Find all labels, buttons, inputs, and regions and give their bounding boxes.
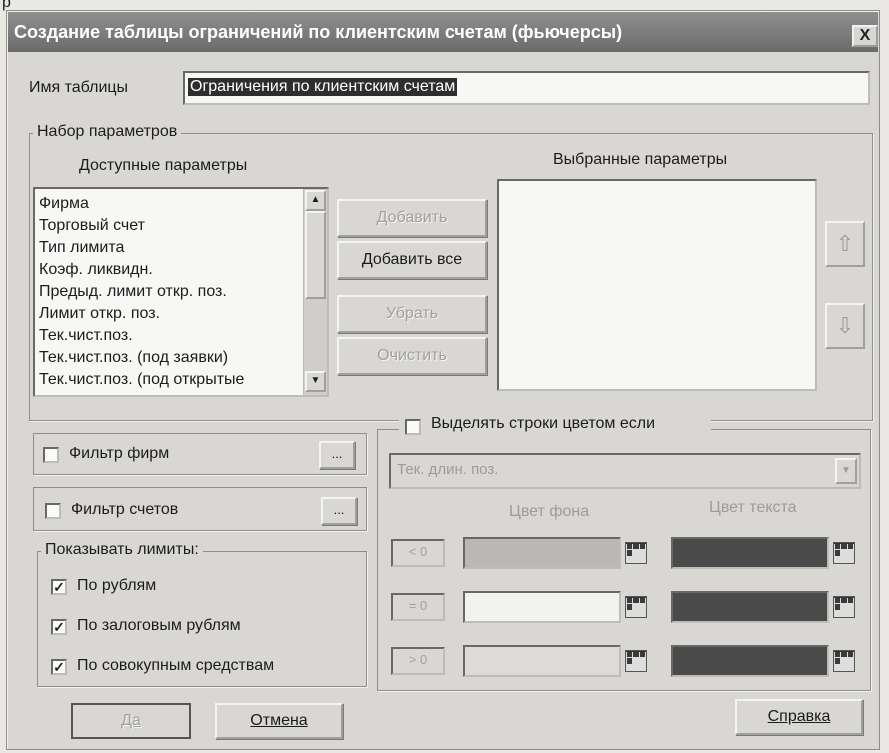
table-name-value: Ограничения по клиентским счетам bbox=[188, 78, 458, 96]
bg-color-picker-icon[interactable] bbox=[625, 650, 647, 672]
text-color-swatch bbox=[671, 591, 829, 623]
available-param-item[interactable]: Лимит откр. поз. bbox=[35, 303, 303, 325]
add-all-button[interactable]: Добавить все bbox=[337, 241, 487, 279]
show-limits-title: Показывать лимиты: bbox=[41, 541, 203, 559]
account-filter-ellipsis-button[interactable]: ... bbox=[321, 497, 357, 525]
available-param-item[interactable]: Тек.чист.поз. bbox=[35, 325, 303, 347]
bg-color-picker-icon[interactable] bbox=[625, 596, 647, 618]
condition-operator: < 0 bbox=[391, 539, 445, 567]
table-name-label: Имя таблицы bbox=[29, 79, 129, 96]
selected-params-title: Выбранные параметры bbox=[553, 151, 728, 168]
firm-filter-checkbox[interactable] bbox=[43, 447, 59, 463]
available-param-item[interactable]: Торговый счет bbox=[35, 215, 303, 237]
remove-button[interactable]: Убрать bbox=[337, 295, 487, 333]
available-params-list[interactable]: Фирма Торговый счет Тип лимита Коэф. ликвид… bbox=[33, 187, 329, 397]
combo-value: Тек. длин. поз. bbox=[397, 461, 499, 478]
help-button-label: Справка bbox=[767, 708, 831, 725]
close-button[interactable]: X bbox=[852, 25, 878, 47]
highlight-param-combo[interactable]: Тек. длин. поз. ▼ bbox=[389, 453, 861, 489]
params-group-title: Набор параметров bbox=[33, 123, 182, 141]
text-color-picker-icon[interactable] bbox=[833, 596, 855, 618]
ok-button-label: Да bbox=[121, 712, 141, 729]
scroll-thumb[interactable] bbox=[305, 211, 326, 299]
help-button[interactable]: Справка bbox=[735, 699, 863, 735]
dialog-title: Создание таблицы ограничений по клиентск… bbox=[8, 12, 878, 52]
available-params-title: Доступные параметры bbox=[79, 157, 248, 174]
account-filter-label: Фильтр счетов bbox=[71, 501, 179, 518]
selected-params-list[interactable] bbox=[497, 179, 817, 391]
highlight-checkbox[interactable] bbox=[405, 419, 421, 435]
text-color-picker-icon[interactable] bbox=[833, 650, 855, 672]
show-limits-checkbox[interactable]: ✓ bbox=[51, 659, 67, 675]
clear-button[interactable]: Очистить bbox=[337, 337, 487, 375]
show-limits-label: По совокупным средствам bbox=[77, 657, 275, 674]
bg-color-header: Цвет фона bbox=[509, 503, 590, 520]
available-param-item[interactable]: Коэф. ликвидн. bbox=[35, 259, 303, 281]
show-limits-label: По залоговым рублям bbox=[77, 617, 241, 634]
available-param-item[interactable]: Предыд. лимит откр. поз. bbox=[35, 281, 303, 303]
text-color-swatch bbox=[671, 645, 829, 677]
move-down-button[interactable]: ⇩ bbox=[825, 303, 865, 349]
text-color-swatch bbox=[671, 537, 829, 569]
available-list-scrollbar[interactable]: ▲ ▼ bbox=[303, 189, 327, 395]
show-limits-label: По рублям bbox=[77, 577, 157, 594]
bg-color-swatch bbox=[463, 591, 621, 623]
scroll-down-button[interactable]: ▼ bbox=[305, 371, 326, 392]
bg-color-swatch bbox=[463, 645, 621, 677]
condition-operator: > 0 bbox=[391, 647, 445, 675]
bg-color-swatch bbox=[463, 537, 621, 569]
add-button[interactable]: Добавить bbox=[337, 199, 487, 237]
show-limits-checkbox[interactable]: ✓ bbox=[51, 579, 67, 595]
firm-filter-ellipsis-button[interactable]: ... bbox=[319, 441, 355, 469]
condition-operator: = 0 bbox=[391, 593, 445, 621]
available-param-item[interactable]: Тип лимита bbox=[35, 237, 303, 259]
account-filter-checkbox[interactable] bbox=[45, 503, 61, 519]
available-param-item[interactable]: Фирма bbox=[35, 193, 303, 215]
cancel-button-label: Отмена bbox=[250, 712, 308, 729]
bg-color-picker-icon[interactable] bbox=[625, 542, 647, 564]
ok-button[interactable]: Да bbox=[71, 703, 191, 739]
dialog-window: Создание таблицы ограничений по клиентск… bbox=[6, 10, 880, 750]
available-param-item[interactable]: Тек.чист.поз. (под открытые bbox=[35, 369, 303, 391]
available-param-item[interactable]: Тек.чист.поз. (под заявки) bbox=[35, 347, 303, 369]
text-color-header: Цвет текста bbox=[709, 499, 797, 516]
show-limits-checkbox[interactable]: ✓ bbox=[51, 619, 67, 635]
combo-arrow-button[interactable]: ▼ bbox=[835, 458, 857, 484]
cancel-button[interactable]: Отмена bbox=[215, 703, 343, 739]
move-up-button[interactable]: ⇧ bbox=[825, 221, 865, 267]
scroll-up-button[interactable]: ▲ bbox=[305, 190, 326, 211]
text-color-picker-icon[interactable] bbox=[833, 542, 855, 564]
firm-filter-label: Фильтр фирм bbox=[69, 445, 170, 462]
highlight-label: Выделять строки цветом если bbox=[431, 415, 656, 432]
table-name-input[interactable]: Ограничения по клиентским счетам bbox=[183, 71, 870, 105]
